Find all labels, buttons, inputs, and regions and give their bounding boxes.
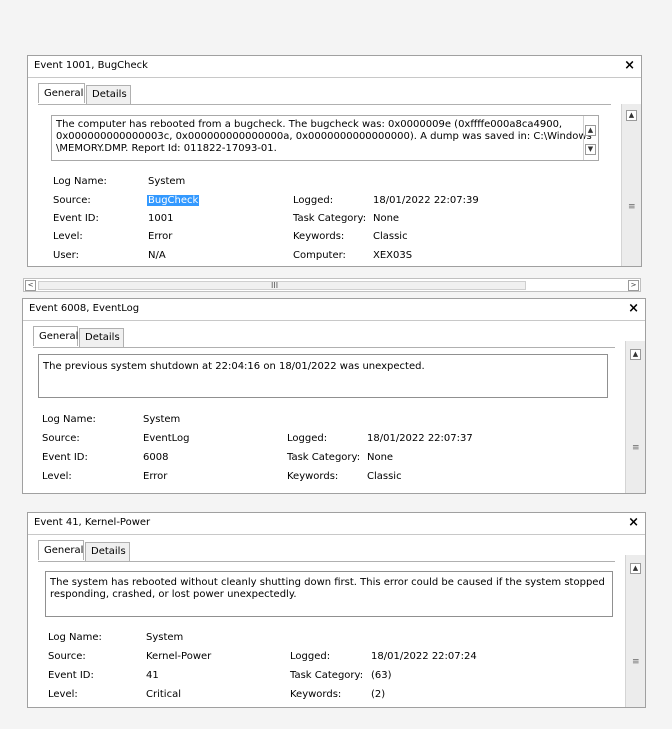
- scroll-left-icon[interactable]: <: [25, 280, 36, 291]
- task-category-label: Task Category:: [290, 670, 364, 681]
- level-label: Level:: [53, 231, 83, 242]
- scroll-grip-icon[interactable]: ≡: [632, 657, 640, 667]
- user-label: User:: [53, 250, 79, 261]
- close-icon[interactable]: ×: [624, 58, 635, 74]
- event-id-label: Event ID:: [53, 213, 99, 224]
- level-label: Level:: [42, 471, 72, 482]
- event-panel-bugcheck: Event 1001, BugCheck × General Details T…: [27, 55, 642, 267]
- scroll-up-icon[interactable]: ▲: [626, 110, 637, 121]
- scroll-up-icon[interactable]: ▲: [585, 125, 596, 136]
- user-value: N/A: [148, 250, 166, 261]
- log-name-value: System: [148, 176, 186, 187]
- panel-title: Event 41, Kernel-Power: [34, 517, 151, 528]
- tab-divider: [38, 561, 615, 562]
- event-id-label: Event ID:: [42, 452, 88, 463]
- event-panel-eventlog: Event 6008, EventLog × General Details T…: [22, 298, 646, 494]
- title-bar: Event 41, Kernel-Power ×: [28, 513, 645, 535]
- keywords-value: (2): [371, 689, 386, 700]
- logged-label: Logged:: [293, 195, 334, 206]
- event-id-value: 1001: [148, 213, 174, 224]
- description-box[interactable]: The previous system shutdown at 22:04:16…: [38, 354, 608, 398]
- close-icon[interactable]: ×: [628, 301, 639, 317]
- tab-details[interactable]: Details: [79, 328, 124, 347]
- description-line: 0x000000000000003c, 0x000000000000000a, …: [56, 131, 592, 142]
- description-line: The previous system shutdown at 22:04:16…: [43, 361, 425, 372]
- level-value: Error: [148, 231, 173, 242]
- panel-title: Event 1001, BugCheck: [34, 60, 148, 71]
- logged-value: 18/01/2022 22:07:24: [371, 651, 477, 662]
- computer-value: XEX03S: [373, 250, 413, 261]
- source-label: Source:: [42, 433, 80, 444]
- keywords-label: Keywords:: [287, 471, 339, 482]
- tab-details[interactable]: Details: [86, 85, 131, 104]
- level-label: Level:: [48, 689, 78, 700]
- event-panel-kernel-power: Event 41, Kernel-Power × General Details…: [27, 512, 646, 708]
- scroll-grip-icon[interactable]: III: [271, 281, 278, 290]
- source-value: EventLog: [143, 433, 190, 444]
- tab-divider: [33, 347, 615, 348]
- title-bar: Event 1001, BugCheck ×: [28, 56, 641, 78]
- source-label: Source:: [53, 195, 91, 206]
- task-category-value: (63): [371, 670, 392, 681]
- scroll-down-icon[interactable]: ▼: [585, 144, 596, 155]
- close-icon[interactable]: ×: [628, 515, 639, 531]
- log-name-value: System: [143, 414, 181, 425]
- description-line: \MEMORY.DMP. Report Id: 011822-17093-01.: [56, 143, 277, 154]
- tab-details[interactable]: Details: [85, 542, 130, 561]
- task-category-label: Task Category:: [293, 213, 367, 224]
- keywords-value: Classic: [367, 471, 402, 482]
- log-name-label: Log Name:: [48, 632, 102, 643]
- scroll-thumb[interactable]: III: [38, 281, 526, 290]
- logged-label: Logged:: [290, 651, 331, 662]
- description-line: The computer has rebooted from a bugchec…: [56, 119, 563, 130]
- logged-value: 18/01/2022 22:07:39: [373, 195, 479, 206]
- tab-divider: [38, 104, 611, 105]
- log-name-label: Log Name:: [53, 176, 107, 187]
- keywords-value: Classic: [373, 231, 408, 242]
- title-bar: Event 6008, EventLog ×: [23, 299, 645, 321]
- scroll-up-icon[interactable]: ▲: [630, 563, 641, 574]
- event-id-value: 41: [146, 670, 159, 681]
- tab-general[interactable]: General: [38, 540, 84, 560]
- description-box[interactable]: The computer has rebooted from a bugchec…: [51, 115, 599, 161]
- description-line: The system has rebooted without cleanly …: [50, 577, 605, 588]
- level-value: Error: [143, 471, 168, 482]
- description-line: responding, crashed, or lost power unexp…: [50, 589, 297, 600]
- scroll-right-icon[interactable]: >: [628, 280, 639, 291]
- computer-label: Computer:: [293, 250, 346, 261]
- tab-general[interactable]: General: [38, 83, 85, 103]
- panel-title: Event 6008, EventLog: [29, 303, 140, 314]
- task-category-value: None: [367, 452, 394, 463]
- description-scrollbar[interactable]: ▲ ▼: [583, 116, 598, 160]
- event-id-value: 6008: [143, 452, 169, 463]
- scroll-grip-icon[interactable]: ≡: [628, 202, 636, 212]
- keywords-label: Keywords:: [290, 689, 342, 700]
- scroll-grip-icon[interactable]: ≡: [632, 443, 640, 453]
- vertical-scrollbar[interactable]: ▲ ≡: [625, 555, 645, 707]
- level-value: Critical: [146, 689, 181, 700]
- horizontal-scrollbar[interactable]: < III >: [23, 278, 641, 292]
- keywords-label: Keywords:: [293, 231, 345, 242]
- tab-general[interactable]: General: [33, 326, 78, 346]
- source-value[interactable]: BugCheck: [147, 195, 200, 206]
- logged-label: Logged:: [287, 433, 328, 444]
- logged-value: 18/01/2022 22:07:37: [367, 433, 473, 444]
- source-label: Source:: [48, 651, 86, 662]
- log-name-value: System: [146, 632, 184, 643]
- vertical-scrollbar[interactable]: ▲ ≡: [625, 341, 645, 493]
- source-value: Kernel-Power: [146, 651, 212, 662]
- task-category-label: Task Category:: [287, 452, 361, 463]
- task-category-value: None: [373, 213, 400, 224]
- description-box[interactable]: The system has rebooted without cleanly …: [45, 571, 613, 617]
- event-id-label: Event ID:: [48, 670, 94, 681]
- scroll-up-icon[interactable]: ▲: [630, 349, 641, 360]
- log-name-label: Log Name:: [42, 414, 96, 425]
- vertical-scrollbar[interactable]: ▲ ≡: [621, 104, 641, 266]
